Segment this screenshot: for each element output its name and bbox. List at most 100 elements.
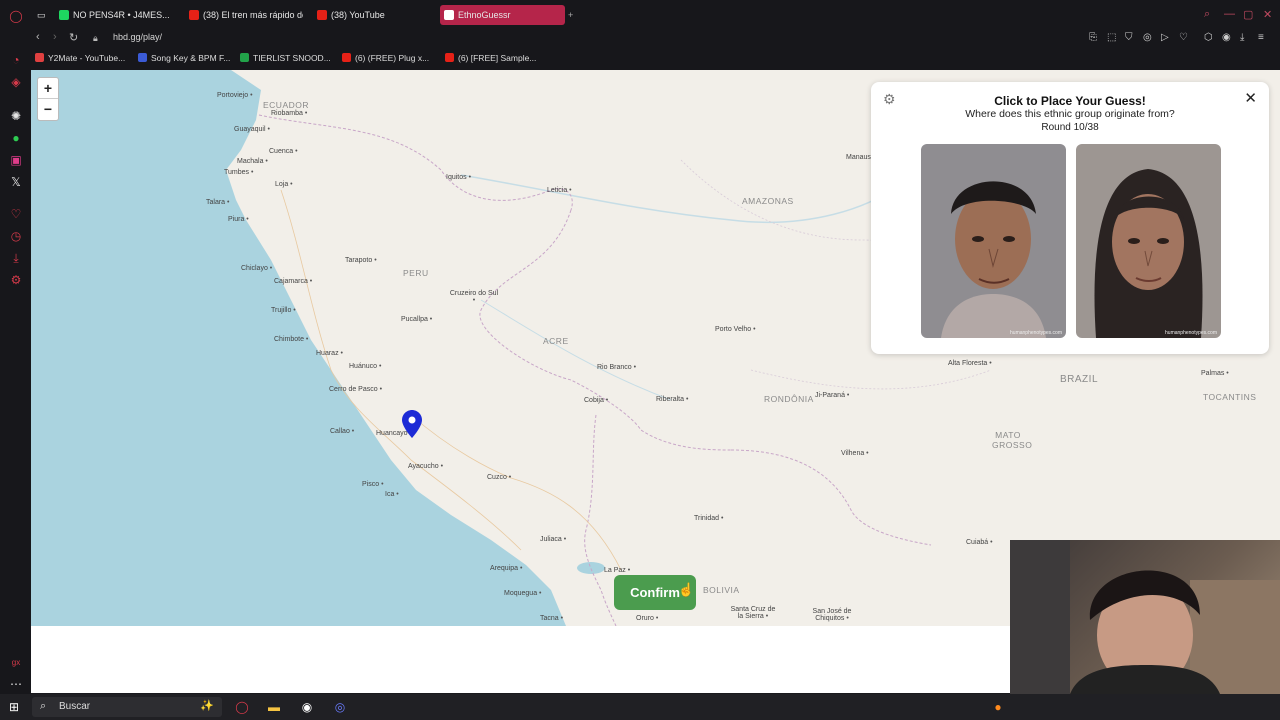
- place-label: Juliaca: [540, 536, 566, 543]
- place-label: Guayaquil: [234, 126, 270, 133]
- download-icon[interactable]: ⤓: [8, 250, 24, 266]
- bookmark-y2mate[interactable]: Y2Mate - YouTube...: [35, 53, 125, 63]
- male-face-image: humanphenotypes.com: [921, 144, 1066, 338]
- bookmark-sample[interactable]: (6) [FREE] Sample...: [445, 53, 536, 63]
- place-label: Cuiabá: [966, 539, 993, 546]
- menu-icon[interactable]: ≡: [1258, 32, 1264, 43]
- state-border: [750, 369, 992, 390]
- crypto-wallet-icon[interactable]: ◈: [8, 74, 24, 90]
- history-icon[interactable]: ◷: [8, 228, 24, 244]
- region-label: ACRE: [543, 336, 569, 346]
- tray-app-icon[interactable]: ●: [990, 699, 1006, 715]
- male-phenotype-photo: [921, 144, 1066, 338]
- place-label: Trinidad: [694, 515, 723, 522]
- browser-sidebar: ◯ ◔ ◈ ✺ ● ▣ 𝕏 ♡ ◷ ⤓ ⚙ gx ⋯: [0, 0, 31, 694]
- place-label: Oruro: [636, 615, 658, 622]
- more-icon[interactable]: ⋯: [8, 676, 24, 692]
- border-ecuador-peru: [258, 114, 573, 211]
- instagram-icon[interactable]: ▣: [8, 152, 24, 168]
- female-face-image: humanphenotypes.com: [1076, 144, 1221, 338]
- place-label: Callao: [330, 428, 354, 435]
- url-field[interactable]: hbd.gg/play/: [113, 32, 162, 42]
- heart-bookmark-icon[interactable]: ♡: [1179, 32, 1188, 43]
- border-peru-brazil: [479, 209, 732, 451]
- zoom-in-button[interactable]: +: [38, 78, 58, 99]
- ethnoguessr-icon: [444, 9, 454, 20]
- bookmark-label: (6) (FREE) Plug x...: [355, 53, 430, 63]
- search-placeholder: Buscar: [59, 701, 91, 712]
- place-label: Arequipa: [490, 565, 522, 572]
- lock-icon: 🔒︎: [93, 33, 98, 43]
- bookmark-tierlist[interactable]: TIERLIST SNOOD...: [240, 53, 331, 63]
- place-label: Portoviejo: [217, 92, 253, 99]
- player-icon[interactable]: ▷: [1161, 32, 1169, 43]
- adblock-icon[interactable]: ⛉: [1125, 32, 1133, 43]
- place-label: Pucallpa: [401, 316, 432, 323]
- new-tab-icon[interactable]: +: [568, 5, 580, 25]
- place-label: Chimbote: [274, 336, 308, 343]
- tab-youtube[interactable]: (38) YouTube: [317, 5, 427, 25]
- place-label: Alta Floresta: [948, 360, 992, 367]
- y2mate-icon: [35, 53, 44, 63]
- search-tabs-icon[interactable]: ⌕: [1204, 8, 1210, 21]
- youtube-icon: [317, 9, 327, 20]
- tab-youtube-video[interactable]: (38) El tren más rápido de: [189, 5, 303, 25]
- maximize-icon[interactable]: ▢: [1243, 8, 1253, 21]
- discord-icon[interactable]: ◎: [332, 699, 348, 715]
- whatsapp-icon[interactable]: ●: [8, 130, 24, 146]
- file-explorer-icon[interactable]: ▬: [266, 699, 282, 715]
- amazon-river: [460, 174, 892, 224]
- chatgpt-icon[interactable]: ✺: [8, 108, 24, 124]
- bookmark-songkey[interactable]: Song Key & BPM F...: [138, 53, 230, 63]
- place-label: Santa Cruz de la Sierra: [728, 606, 778, 620]
- minimize-icon[interactable]: —: [1224, 8, 1235, 20]
- place-label: Loja: [275, 181, 293, 188]
- reload-icon[interactable]: ↻: [69, 31, 78, 44]
- gx-icon[interactable]: gx: [8, 655, 24, 671]
- obs-icon[interactable]: ◉: [299, 699, 315, 715]
- tab-spotify[interactable]: NO PENS4R • J4MES...: [59, 5, 199, 25]
- streamer-webcam-feed: [1010, 540, 1280, 694]
- place-label: Piura: [228, 216, 249, 223]
- bookmark-icon[interactable]: ⎘: [1089, 32, 1097, 43]
- vpn-icon[interactable]: ◎: [1143, 32, 1152, 43]
- songkey-icon: [138, 53, 147, 63]
- opera-taskbar-icon[interactable]: ◯: [234, 699, 250, 715]
- panel-title: Click to Place Your Guess!: [994, 94, 1146, 108]
- place-label: Cuenca: [269, 148, 298, 155]
- place-label: Palmas: [1201, 370, 1229, 377]
- x-twitter-icon[interactable]: 𝕏: [8, 174, 24, 190]
- forward-icon[interactable]: ›: [53, 31, 57, 43]
- zoom-control: + −: [37, 77, 59, 121]
- profile-icon[interactable]: ◉: [1222, 32, 1231, 43]
- back-icon[interactable]: ‹: [36, 31, 40, 43]
- downloads-icon[interactable]: ⤓: [1240, 32, 1244, 43]
- country-label: ECUADOR: [263, 100, 310, 110]
- bookmark-plug[interactable]: (6) (FREE) Plug x...: [342, 53, 429, 63]
- taskbar-search[interactable]: ⌕ Buscar ✨: [32, 697, 222, 717]
- tab-ethnoguessr[interactable]: EthnoGuessr: [440, 5, 565, 25]
- region-label: TOCANTINS: [1203, 392, 1257, 402]
- place-label: Cobija: [584, 397, 608, 404]
- zoom-out-button[interactable]: −: [38, 99, 58, 120]
- close-window-icon[interactable]: ✕: [1263, 8, 1272, 21]
- place-label: Machala: [237, 158, 268, 165]
- snapshot-icon[interactable]: ⬚: [1107, 32, 1116, 43]
- tab-label: EthnoGuessr: [458, 10, 511, 20]
- female-phenotype-photo: [1076, 144, 1221, 338]
- lake-titicaca: [577, 562, 605, 574]
- border-bolivia-brazil: [730, 449, 932, 546]
- extensions-icon[interactable]: ⬡: [1204, 32, 1213, 43]
- settings-icon[interactable]: ⚙: [8, 272, 24, 288]
- youtube-icon: [445, 53, 454, 63]
- tab-label: NO PENS4R • J4MES...: [73, 10, 170, 20]
- image-watermark: humanphenotypes.com: [1165, 330, 1217, 336]
- opera-logo-icon[interactable]: ◯: [8, 8, 24, 24]
- panel-subtitle: Where does this ethnic group originate f…: [965, 108, 1175, 120]
- youtube-icon: [342, 53, 351, 63]
- heart-icon[interactable]: ♡: [8, 206, 24, 222]
- country-label: PERU: [403, 268, 429, 278]
- tabs-menu-icon[interactable]: ▭: [37, 5, 51, 25]
- aria-icon[interactable]: ◔: [8, 52, 24, 68]
- windows-start-icon[interactable]: ⊞: [9, 700, 19, 714]
